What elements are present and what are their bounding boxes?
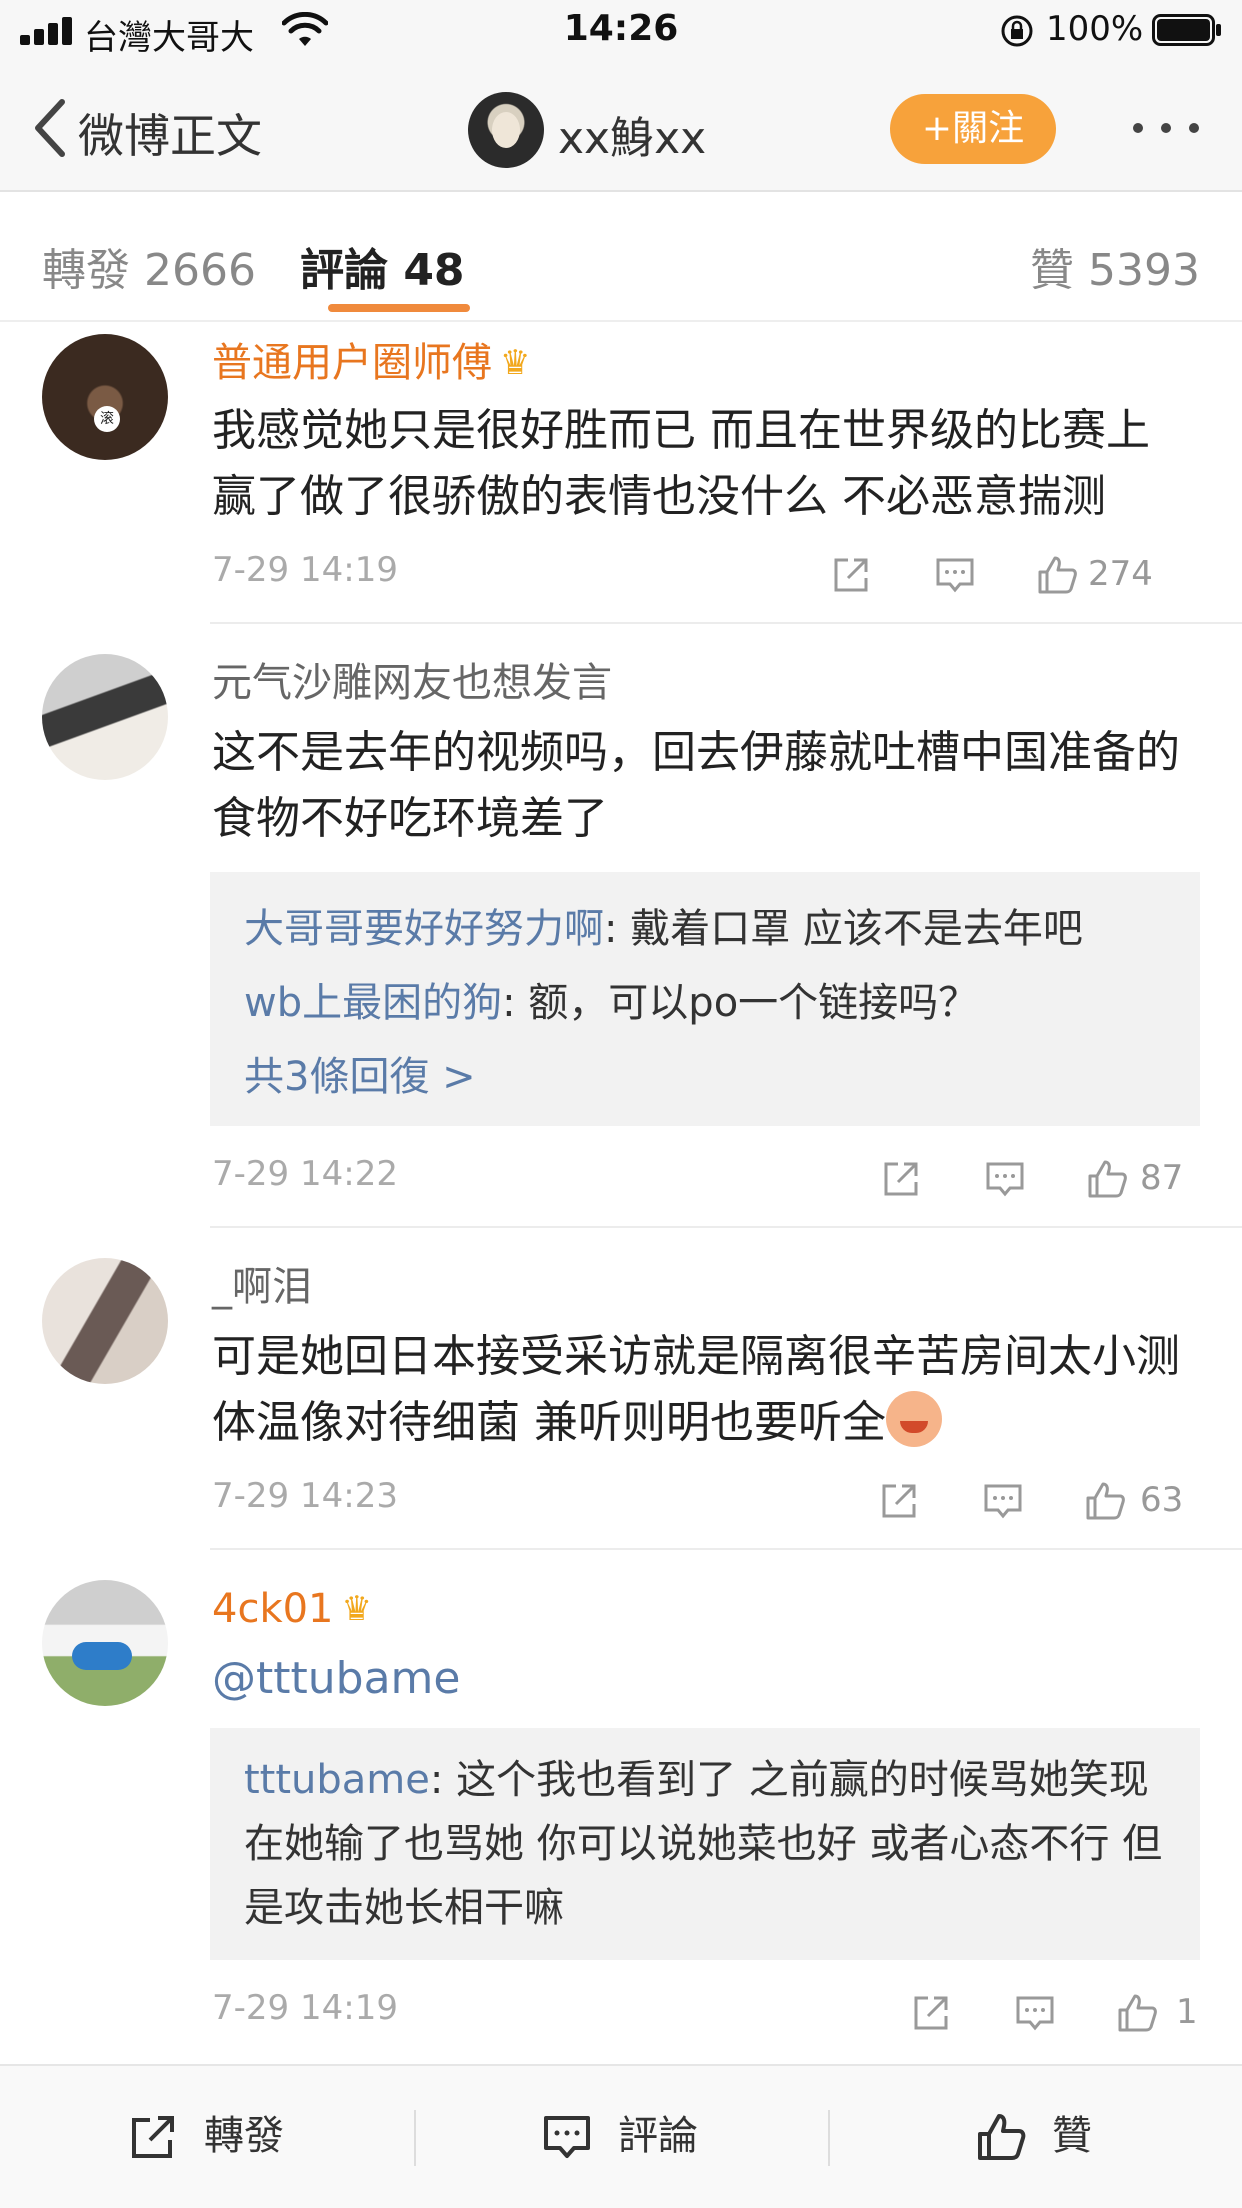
status-bar: 台灣大哥大 14:26 100%: [0, 0, 1242, 62]
more-options-icon[interactable]: [1130, 120, 1202, 136]
like-icon[interactable]: [1036, 554, 1078, 596]
comment-actions: 87: [880, 1154, 1200, 1204]
repost-icon: [132, 2116, 174, 2158]
comment-button[interactable]: 評論: [542, 2106, 742, 2166]
reply-text: : 戴着口罩 应该不是去年吧: [604, 906, 1083, 952]
comment-actions: 274: [830, 550, 1200, 600]
vip-crown-icon: ♛: [500, 343, 531, 383]
vip-crown-icon: ♛: [341, 1589, 372, 1629]
comment-timestamp: 7-29 14:19: [212, 550, 398, 590]
like-label: 贊: [1052, 2113, 1092, 2159]
share-icon[interactable]: [880, 1158, 922, 1200]
reply-icon[interactable]: [984, 1158, 1026, 1200]
reply-icon[interactable]: [1014, 1992, 1056, 2034]
divider: [828, 2110, 830, 2166]
comment-item: 4ck01 ♛ @tttubame tttubame: 这个我也看到了 之前赢的时…: [0, 1550, 1242, 2064]
battery-icon: [1152, 14, 1221, 46]
comment-mention[interactable]: @tttubame: [212, 1646, 1192, 1712]
laughing-emoji-icon: [886, 1391, 942, 1447]
like-count: 274: [1088, 554, 1153, 594]
comment-timestamp: 7-29 14:19: [212, 1988, 398, 2028]
back-button-label[interactable]: 微博正文: [78, 100, 262, 166]
share-icon[interactable]: [910, 1992, 952, 2034]
view-all-replies-link[interactable]: 共3條回復 >: [244, 1040, 1166, 1114]
like-button[interactable]: 贊: [976, 2106, 1126, 2166]
author-avatar[interactable]: [468, 92, 544, 168]
comment-item: _啊泪 可是她回日本接受采访就是隔离很辛苦房间太小测体温像对待细菌 兼听则明也要…: [0, 1228, 1242, 1550]
comment-timestamp: 7-29 14:22: [212, 1154, 398, 1194]
like-count: 63: [1140, 1480, 1184, 1520]
username-text: 普通用户圈师傅: [212, 340, 492, 386]
like-count: 1: [1176, 1992, 1198, 2032]
comment-username[interactable]: _啊泪: [212, 1262, 312, 1312]
repost-label: 轉發: [204, 2113, 284, 2159]
battery-percentage: 100%: [1046, 9, 1144, 49]
reply-icon[interactable]: [934, 554, 976, 596]
comment-timestamp: 7-29 14:23: [212, 1476, 398, 1516]
reply-icon[interactable]: [982, 1480, 1024, 1522]
reply-username[interactable]: tttubame: [244, 1757, 430, 1803]
reply-username[interactable]: 大哥哥要好好努力啊: [244, 906, 604, 952]
comment-actions: 63: [878, 1476, 1200, 1526]
reply-item: tttubame: 这个我也看到了 之前赢的时候骂她笑现在她输了也骂她 你可以说…: [244, 1748, 1166, 1940]
comment-text: 这不是去年的视频吗，回去伊藤就吐槽中国准备的食物不好吃环境差了: [212, 727, 1180, 844]
comment-text: 可是她回日本接受采访就是隔离很辛苦房间太小测体温像对待细菌 兼听则明也要听全: [212, 1324, 1192, 1456]
avatar[interactable]: [42, 1580, 168, 1706]
tab-bar: 轉發 2666 評論 48 贊 5393: [0, 194, 1242, 322]
bottom-action-bar: 轉發 評論 贊: [0, 2064, 1242, 2208]
comment-username[interactable]: 元气沙雕网友也想发言: [212, 658, 612, 708]
comment-text: 我感觉她只是很好胜而已 而且在世界级的比赛上赢了做了很骄傲的表情也没什么 不必恶…: [212, 405, 1150, 522]
comment-text-content: 可是她回日本接受采访就是隔离很辛苦房间太小测体温像对待细菌 兼听则明也要听全: [212, 1331, 1180, 1448]
share-icon[interactable]: [878, 1480, 920, 1522]
avatar[interactable]: [42, 1258, 168, 1384]
author-name[interactable]: xx鯓xx: [558, 102, 706, 166]
username-text: 4ck01: [212, 1586, 334, 1632]
rotation-lock-icon: [1001, 15, 1033, 47]
repost-button[interactable]: 轉發: [128, 2106, 328, 2166]
tab-likes[interactable]: 贊 5393: [1030, 234, 1200, 298]
reply-text: : 额，可以po一个链接吗？: [502, 980, 979, 1026]
thumbs-up-icon: [978, 2114, 1026, 2160]
follow-button[interactable]: +關注: [890, 94, 1056, 164]
active-tab-indicator: [328, 304, 470, 312]
comment-item: 元气沙雕网友也想发言 这不是去年的视频吗，回去伊藤就吐槽中国准备的食物不好吃环境…: [0, 624, 1242, 1228]
divider: [414, 2110, 416, 2166]
tab-comments[interactable]: 評論 48: [300, 234, 465, 298]
nav-bar: 微博正文 xx鯓xx +關注: [0, 62, 1242, 192]
reply-item: 大哥哥要好好努力啊: 戴着口罩 应该不是去年吧: [244, 892, 1166, 966]
reply-preview[interactable]: 大哥哥要好好努力啊: 戴着口罩 应该不是去年吧 wb上最困的狗: 额，可以po一…: [210, 872, 1200, 1126]
tab-reposts[interactable]: 轉發 2666: [42, 234, 256, 298]
avatar[interactable]: [42, 654, 168, 780]
back-chevron-icon[interactable]: [30, 96, 70, 160]
like-icon[interactable]: [1084, 1480, 1126, 1522]
comment-username[interactable]: 普通用户圈师傅 ♛: [212, 338, 530, 388]
avatar-badge: 滚: [94, 406, 120, 432]
like-count: 87: [1140, 1158, 1184, 1198]
avatar[interactable]: 滚: [42, 334, 168, 460]
reply-username[interactable]: wb上最困的狗: [244, 980, 502, 1026]
reply-preview[interactable]: tttubame: 这个我也看到了 之前赢的时候骂她笑现在她输了也骂她 你可以说…: [210, 1728, 1200, 1960]
like-icon[interactable]: [1086, 1158, 1128, 1200]
like-icon[interactable]: [1116, 1992, 1158, 2034]
comment-label: 評論: [618, 2113, 698, 2159]
share-icon[interactable]: [830, 554, 872, 596]
comment-item: 滚 普通用户圈师傅 ♛ 我感觉她只是很好胜而已 而且在世界级的比赛上赢了做了很骄傲…: [0, 324, 1242, 624]
comment-actions: 1: [910, 1988, 1200, 2038]
comment-username[interactable]: 4ck01 ♛: [212, 1584, 372, 1634]
reply-item: wb上最困的狗: 额，可以po一个链接吗？: [244, 966, 1166, 1040]
comment-icon: [544, 2116, 590, 2158]
